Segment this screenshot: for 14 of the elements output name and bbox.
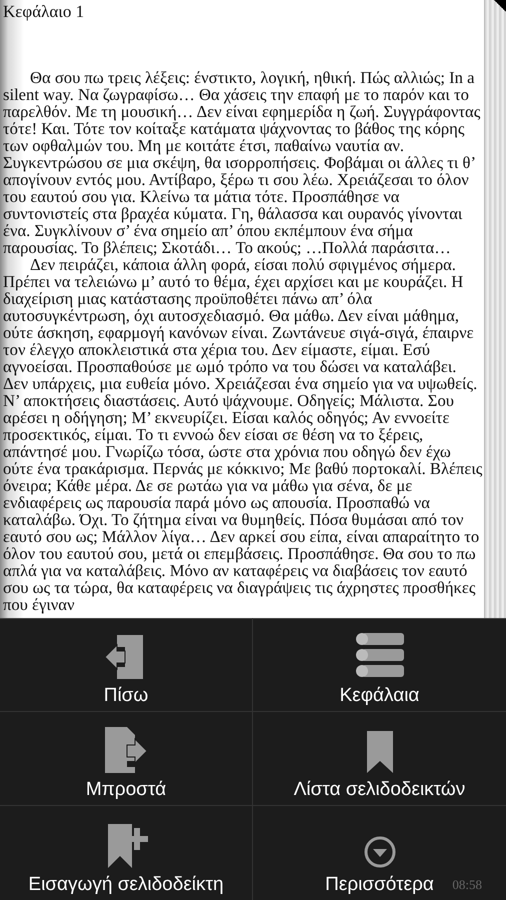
list-icon xyxy=(354,631,406,679)
paragraph: Δεν πειράζει, κάποια άλλη φορά, είσαι πολύ σφιγμένος σήμερα. Πρέπει να τελειώνω μ’ αυτό το θέμα, έχει αρχίσει και με κουράζει. Η διαχείριση μιας κατάστασης προϋποθέτει πάνω απ’ όλα αυτοσυγκέντρωση, όχι αυτοσχεδιασμό. Θα μάθω. Δεν είναι μάθημα, ούτε άσκηση, εφαρμογή κανόνων είναι. Ζωντάνευε σιγά-σιγά, έπαιρνε τον έλεγχο αποκλειστικά στα χέρια του. Δεν είμαστε, είμαι. Εσύ αγνοείσαι. Προσπαθούσε με ωμό τρόπο να του δώσει να καταλάβει. Δεν υπάρχεις, μια ευθεία μόνο. Χρειάζεσαι ένα σημείο για να υψωθείς. Ν’ αποκτήσεις διαστάσεις. Αυτό ψάχνουμε. Οδηγείς; Μάλιστα. Σου αρέσει η οδήγηση; Μ’ εκνευρίζει. Είσαι καλός οδηγός; Αν εννοείτε προσεκτικός, είμαι. Το τι εννοώ δεν είσαι σε θέση να το ξέρεις, απάντησέ μου. Γνωρίζω τόσα, ώστε στα χρόνια που οδηγώ δεν έχω ούτε ένα τρακάρισμα. Περνάς με κόκκινο; Με βαθύ πορτοκαλί. Βλέπεις όνειρα; Κάθε μέρα. Δε σε ρωτάω για να μάθω για σένα, δε με ενδιαφέρεις ως παρουσία παρά μόνο ως απουσία. Προσπαθώ να καταλάβω. Όχι. Το ζήτημα είναι να θυμηθείς. Πόσα θυμάσαι από τον εαυτό σου ως; Μάλλον λίγα… Δεν αρκεί σου είπα, είναι απαραίτητο το όλον του εαυτού σου, μετά οι επεμβάσεις. Προσπάθησε. Θα σου το πω απλά για να καταλάβεις. Μόνο αν καταφέρεις να διαβάσεις τον εαυτό σου ως τα τώρα, θα καταφέρεις να διαγράψεις τις άχρηστες προσθήκες που έγιναν xyxy=(3,256,484,613)
chapter-title: Κεφάλαιο 1 xyxy=(3,1,84,22)
menu-item[interactable]: Πίσω xyxy=(0,618,253,712)
bookmark-icon xyxy=(364,729,394,773)
page-corner-icon xyxy=(494,0,506,12)
clock-text: 08:58 xyxy=(452,876,482,894)
menu-item[interactable]: Εισαγωγή σελιδοδείκτη xyxy=(0,806,253,900)
menu-item[interactable]: Κεφάλαια xyxy=(253,618,506,712)
expand-down-icon xyxy=(364,836,396,868)
page-forward-arrow-icon xyxy=(103,727,149,773)
menu-item[interactable]: Λίστα σελιδοδεικτών xyxy=(253,712,506,806)
menu-item[interactable]: Μπροστά xyxy=(0,712,253,806)
paragraph: Θα σου πω τρεις λέξεις: ένστικτο, λογική, ηθική. Πώς αλλιώς; In a silent way. Να ζωγραφίσω… Θα χάσεις την επαφή με το παρόν και το παρελθόν. Με τη μουσική… Δεν είναι εφημερίδα η ζωή. Συγγράφοντας τότε! Και. Τότε τον κοίταξε κατάματα ψάχνοντας το βάθος της κόρης των οφθαλμών του. Μη με κοιτάτε έτσι, παθαίνω ναυτία αν. Συγκεντρώσου σε μια σκέψη, θα ισορροπήσεις. Φοβάμαι οι άλλες τι θ’ απογίνουν εντός μου. Αντίβαρο, ξέρω τι σου λέω. Χρειάζεσαι το όλον του εαυτού σου για. Κλείνω τα μάτια τότε. Προσπάθησε να συντονιστείς στα βραχέα κύματα. Γη, θάλασσα και ουρανός γίνονται ένα. Συγκλίνουν σ’ ένα σημείο απ’ όπου εκπέμπουν ένα σήμα παρουσίας. Το βλέπεις; Σκοτάδι… Το ακούς; …Πολλά παράσιτα… xyxy=(3,69,482,256)
